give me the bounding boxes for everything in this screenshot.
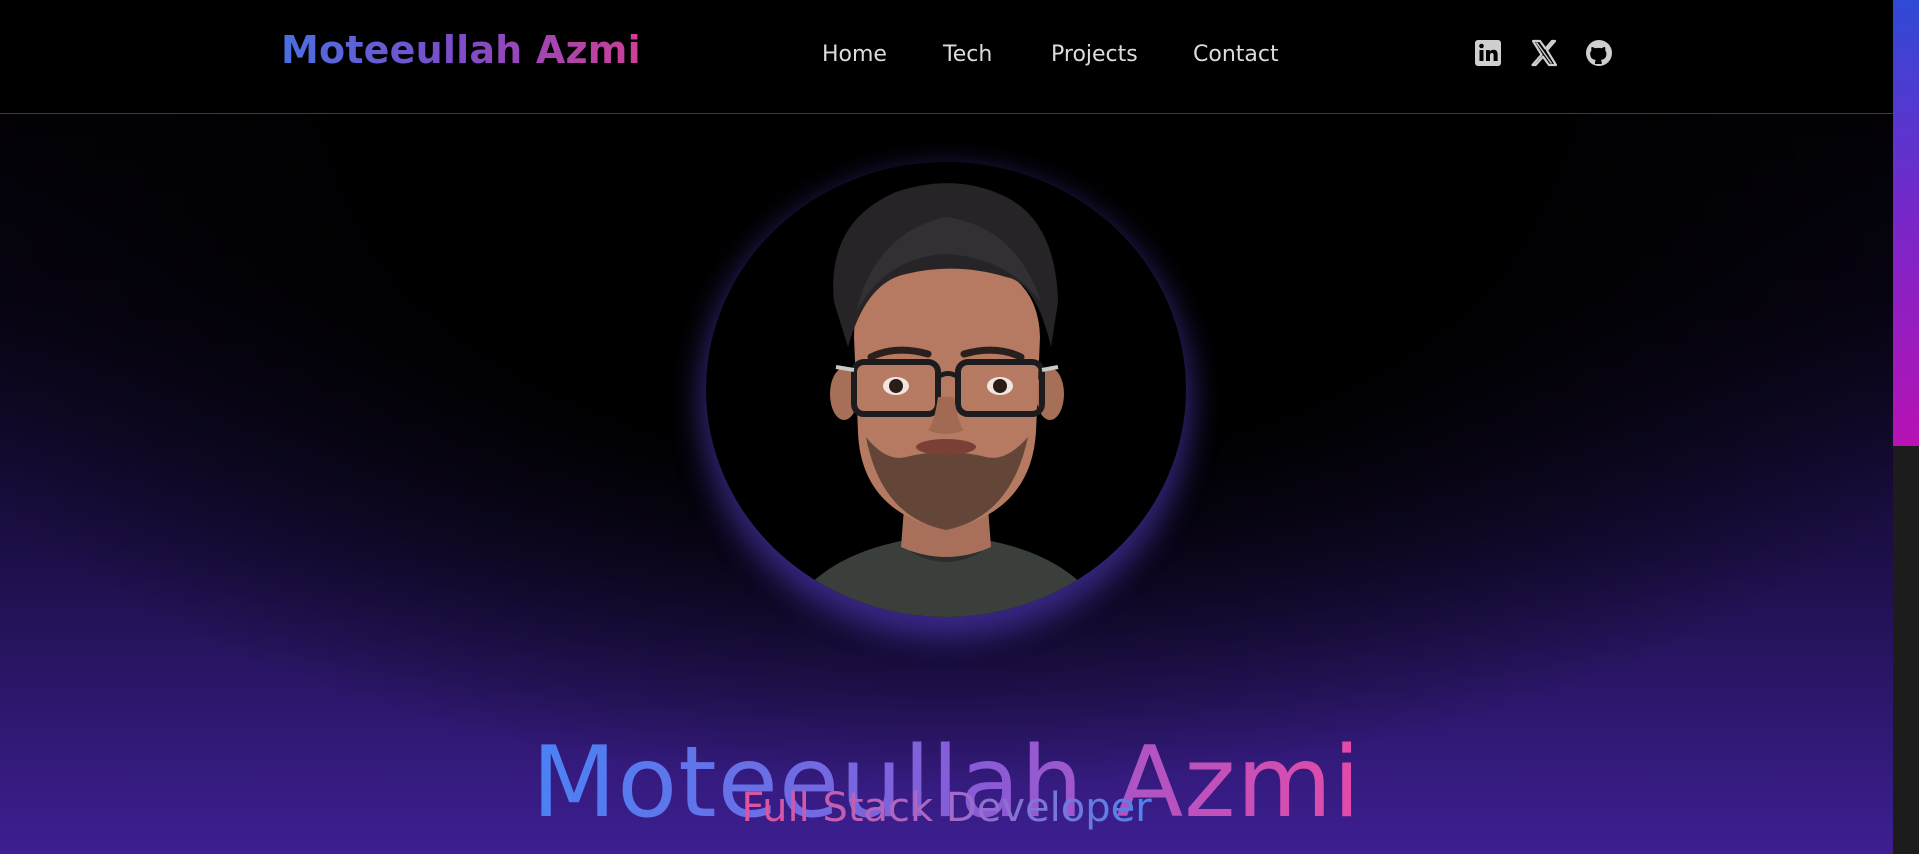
linkedin-icon[interactable] bbox=[1473, 38, 1503, 68]
scrollbar-thumb[interactable] bbox=[1893, 0, 1919, 446]
site-header: Moteeullah Azmi Home Tech Projects Conta… bbox=[0, 0, 1893, 114]
nav-home[interactable]: Home bbox=[822, 42, 887, 67]
nav-contact[interactable]: Contact bbox=[1193, 42, 1279, 67]
x-icon[interactable] bbox=[1529, 38, 1559, 68]
hero-role: Full Stack Developer bbox=[0, 786, 1893, 830]
profile-photo bbox=[706, 162, 1186, 617]
portfolio-page: Moteeullah Azmi Home Tech Projects Conta… bbox=[0, 0, 1893, 854]
brand-logo[interactable]: Moteeullah Azmi bbox=[281, 28, 641, 72]
nav-tech[interactable]: Tech bbox=[943, 42, 992, 67]
github-icon[interactable] bbox=[1584, 38, 1614, 68]
nav-projects[interactable]: Projects bbox=[1051, 42, 1138, 67]
page-scrollbar[interactable] bbox=[1893, 0, 1919, 854]
hero-role-text: Full Stack Developer bbox=[741, 785, 1152, 831]
